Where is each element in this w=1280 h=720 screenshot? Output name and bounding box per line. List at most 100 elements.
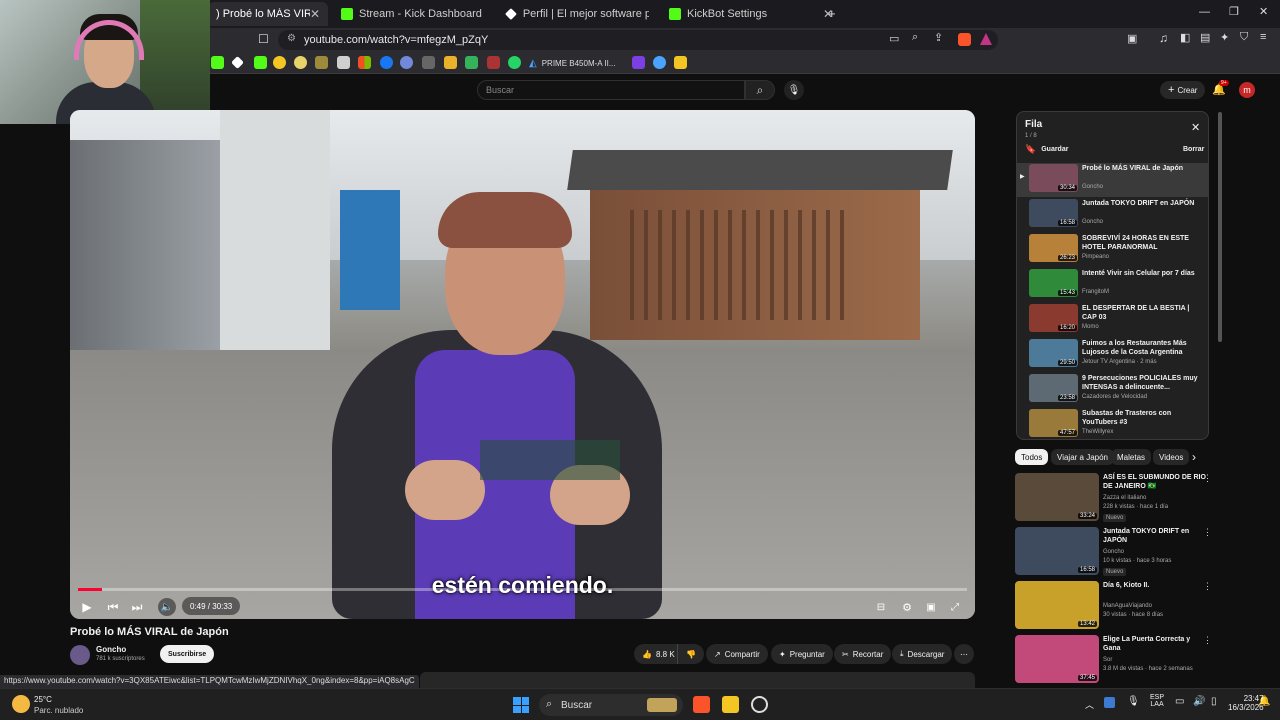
- share-icon[interactable]: ⇪: [934, 31, 943, 44]
- red-bookmark-icon[interactable]: [487, 56, 500, 69]
- clip-button[interactable]: ✂ Recortar: [834, 644, 892, 664]
- ask-button[interactable]: ✦ Preguntar: [771, 644, 833, 664]
- sidebar-icon[interactable]: ▣: [1127, 32, 1137, 45]
- chip-luggage[interactable]: Maletas: [1111, 449, 1152, 465]
- smiley-bookmark-icon[interactable]: [273, 56, 286, 69]
- play-button[interactable]: ▶: [80, 598, 94, 616]
- new-tab-button[interactable]: +: [828, 6, 836, 21]
- recommendation-channel[interactable]: Sor: [1103, 657, 1112, 663]
- next-button[interactable]: ⏭: [130, 598, 144, 616]
- queue-item[interactable]: 16:58 Juntada TOKYO DRIFT en JAPÓN Goncho: [1017, 198, 1208, 232]
- volume-tray-icon[interactable]: 🔊: [1193, 696, 1205, 707]
- recommendation-item[interactable]: 37:45 Elige La Puerta Correcta y Gana Sor 3…: [1015, 635, 1215, 685]
- diamond-bookmark-icon[interactable]: [231, 56, 244, 69]
- mi-bookmark-icon[interactable]: [632, 56, 645, 69]
- recommendation-menu-button[interactable]: ⋮: [1203, 635, 1212, 646]
- menu-icon[interactable]: ≡: [1260, 31, 1266, 43]
- tab-kick-dashboard[interactable]: Stream - Kick Dashboard: [333, 2, 493, 26]
- youtube-search-input[interactable]: Buscar: [477, 80, 745, 100]
- leo-icon[interactable]: ✦: [1220, 31, 1229, 44]
- queue-item[interactable]: 16:20 EL DESPERTAR DE LA BESTIA | CAP 03 M…: [1017, 303, 1208, 337]
- voice-search-button[interactable]: 🎙: [784, 80, 804, 100]
- like-button[interactable]: 👍 8.8 K: [634, 644, 681, 664]
- microphone-tray-icon[interactable]: 🎙: [1127, 696, 1140, 707]
- queue-item[interactable]: 26:23 SOBREVIVÍ 24 HORAS EN ESTE HOTEL PA…: [1017, 233, 1208, 267]
- volume-button[interactable]: 🔈: [158, 598, 176, 616]
- subtitles-button[interactable]: ⊟: [872, 598, 890, 616]
- yellow-bookmark-icon[interactable]: [674, 56, 687, 69]
- chip-videos[interactable]: Videos: [1153, 449, 1190, 465]
- weather-desc[interactable]: Parc. nublado: [34, 706, 83, 715]
- previous-button[interactable]: ⏮: [106, 598, 120, 616]
- folder-bookmark-icon[interactable]: [315, 56, 328, 69]
- avatar[interactable]: m: [1239, 82, 1255, 98]
- channel-name[interactable]: Goncho: [96, 645, 126, 654]
- taskbar-search[interactable]: ⌕ Buscar: [539, 694, 683, 716]
- queue-item[interactable]: 15:43 Intenté Vivir sin Celular por 7 día…: [1017, 268, 1208, 302]
- more-actions-button[interactable]: ⋯: [954, 644, 974, 664]
- clear-queue-button[interactable]: Borrar: [1183, 146, 1204, 153]
- start-button[interactable]: [513, 697, 529, 713]
- doc-bookmark-icon[interactable]: [337, 56, 350, 69]
- kick-bookmark-icon[interactable]: [211, 56, 224, 69]
- recommendation-item[interactable]: 13:42 Día 6, Kioto II. ManAguaViajando 30 v…: [1015, 581, 1215, 631]
- dislike-button[interactable]: 👎: [677, 644, 704, 664]
- tray-app-icon[interactable]: [1104, 697, 1115, 708]
- notifications-button[interactable]: 🔔 9+: [1212, 80, 1229, 96]
- tab-kickbot[interactable]: KickBot Settings ✕: [661, 2, 841, 26]
- battery-icon[interactable]: ▯: [1211, 696, 1217, 707]
- progress-bar[interactable]: [78, 588, 967, 591]
- green-bookmark-icon[interactable]: [465, 56, 478, 69]
- search-button[interactable]: ⌕: [745, 80, 775, 100]
- create-button[interactable]: + Crear: [1160, 81, 1206, 99]
- weather-temp[interactable]: 25°C: [34, 695, 52, 704]
- panel-icon[interactable]: ◧: [1180, 31, 1190, 44]
- whatsapp-bookmark-icon[interactable]: [508, 56, 521, 69]
- chip-japan-travel[interactable]: Viajar a Japón: [1051, 449, 1114, 465]
- microsoft-bookmark-icon[interactable]: [358, 56, 371, 69]
- video-player[interactable]: estén comiendo. ▶ ⏮ ⏭ 🔈 0:49 / 30:33 ⊟ ⚙…: [70, 110, 975, 619]
- save-queue-button[interactable]: 🔖 Guardar: [1025, 144, 1068, 155]
- tab-youtube-video[interactable]: ) Probé lo MÁS VIRAL de Ja ✕: [208, 2, 328, 26]
- coin-bookmark-icon[interactable]: [294, 56, 307, 69]
- brave-shield-icon[interactable]: [958, 33, 971, 46]
- discord-bookmark-icon[interactable]: [400, 56, 413, 69]
- file-explorer-icon[interactable]: [722, 696, 739, 713]
- close-icon[interactable]: ✕: [310, 7, 320, 21]
- obs-icon[interactable]: [751, 696, 768, 713]
- miniplayer-button[interactable]: ▣: [922, 598, 940, 616]
- a-bookmark-icon[interactable]: [653, 56, 666, 69]
- music-icon[interactable]: ♫: [1159, 31, 1168, 45]
- weather-icon[interactable]: [12, 695, 30, 713]
- grid-bookmark-icon[interactable]: [422, 56, 435, 69]
- bookmark-icon[interactable]: ☐: [258, 32, 269, 46]
- chevron-up-icon[interactable]: ︿: [1085, 698, 1094, 711]
- site-info-icon[interactable]: ⚙: [287, 33, 296, 44]
- recommendation-channel[interactable]: Goncho: [1103, 549, 1124, 555]
- bee-bookmark-icon[interactable]: [444, 56, 457, 69]
- queue-scrollbar[interactable]: [1218, 112, 1222, 342]
- notification-center-icon[interactable]: 🔔: [1258, 696, 1270, 707]
- wallet-icon[interactable]: ▤: [1200, 31, 1210, 44]
- recommendation-item[interactable]: 33:24 ASÍ ES EL SUBMUNDO DE RIO DE JANEIR…: [1015, 473, 1215, 523]
- recommendation-menu-button[interactable]: ⋮: [1203, 527, 1212, 538]
- brave-rewards-icon[interactable]: [980, 33, 992, 45]
- channel-avatar[interactable]: [70, 645, 90, 665]
- subscribe-button[interactable]: Suscribirse: [160, 645, 215, 663]
- download-button[interactable]: ⤓ Descargar: [892, 644, 953, 664]
- description-box[interactable]: [420, 672, 975, 688]
- chip-next-button[interactable]: ›: [1192, 450, 1196, 464]
- tab-perfil[interactable]: Perfil | El mejor software para potenc: [497, 2, 657, 26]
- queue-item[interactable]: 29:50 Fuimos a los Restaurantes Más Lujos…: [1017, 338, 1208, 372]
- recommendation-channel[interactable]: Zazza el italiano: [1103, 495, 1146, 501]
- close-queue-button[interactable]: ✕: [1191, 121, 1200, 134]
- recommendation-channel[interactable]: ManAguaViajando: [1103, 603, 1152, 609]
- recommendation-item[interactable]: 16:58 Juntada TOKYO DRIFT en JAPÓN Goncho 1…: [1015, 527, 1215, 577]
- kick-bookmark-icon-2[interactable]: [254, 56, 267, 69]
- screen-icon[interactable]: ▭: [889, 32, 899, 45]
- restore-icon[interactable]: ❐: [1229, 5, 1239, 18]
- recommendation-menu-button[interactable]: ⋮: [1203, 473, 1212, 484]
- queue-item[interactable]: 47:57 Subastas de Trasteros con YouTubers…: [1017, 408, 1208, 439]
- network-icon[interactable]: ▭: [1175, 696, 1184, 707]
- close-window-icon[interactable]: ✕: [1259, 5, 1268, 18]
